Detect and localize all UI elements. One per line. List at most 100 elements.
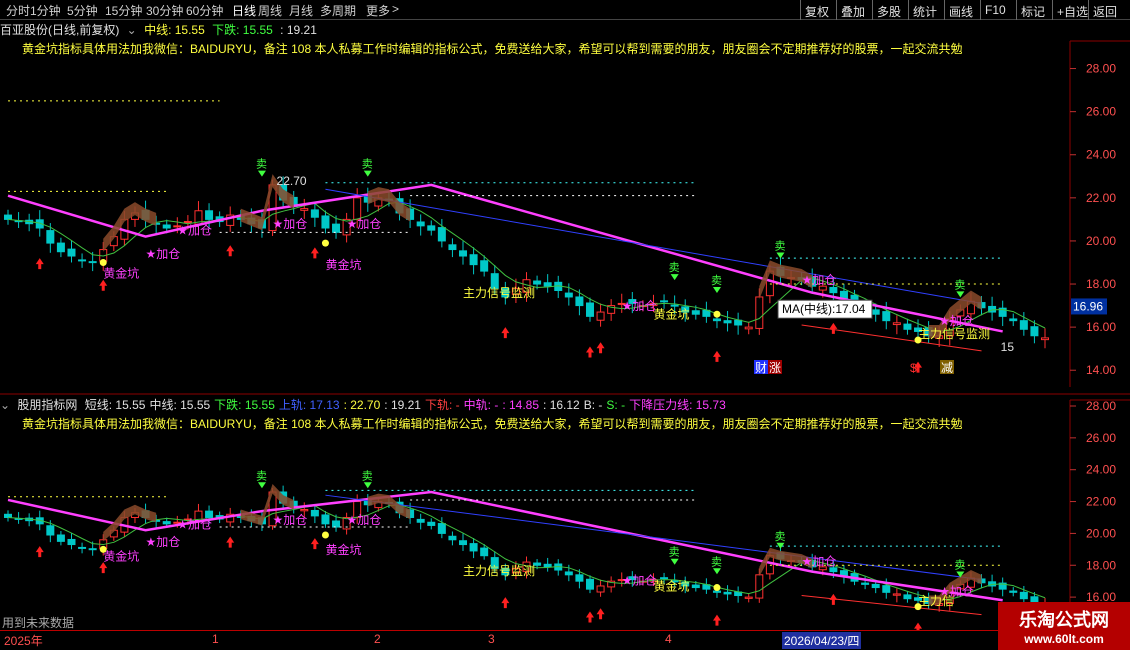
candle-body xyxy=(205,510,214,518)
price-tick-label: 20.00 xyxy=(1086,526,1116,540)
date-axis: 2025年 1 2 3 4 2026/04/23/四 xyxy=(0,630,1130,650)
date-axis-label: 2 xyxy=(374,632,381,646)
chevron-right-icon[interactable]: > xyxy=(392,2,399,16)
add-position-marker: ★加仓 xyxy=(347,513,382,527)
chart-canvas[interactable]: 28.00 26.00 24.00 22.00 20.00 18.00 16.00 14.00… xyxy=(0,20,1130,630)
brand-name: 乐淘公式网 xyxy=(1019,610,1109,630)
price-tick-label: 16.00 xyxy=(1086,320,1116,334)
period-tab[interactable]: 更多 xyxy=(366,2,390,19)
buy-signal-dot xyxy=(321,239,329,247)
gold-pit-label: 黄金坑 xyxy=(325,257,361,272)
add-position-marker: ★加仓 xyxy=(622,573,657,587)
toolbar-button[interactable]: 复权 xyxy=(800,0,833,20)
period-tab[interactable]: 30分钟 xyxy=(146,2,183,19)
add-position-marker: ★加仓 xyxy=(273,217,308,231)
period-tab[interactable]: 60分钟 xyxy=(186,2,223,19)
period-tab[interactable]: 分时 xyxy=(6,2,30,19)
candle-body xyxy=(861,582,870,585)
candle-body xyxy=(871,583,880,589)
dollar-marker: $ xyxy=(910,361,917,375)
arrow-up-icon xyxy=(585,346,594,358)
arrow-up-icon xyxy=(310,538,319,550)
toolbar-button[interactable]: 返回 xyxy=(1088,0,1121,20)
buy-signal-dot xyxy=(99,258,107,266)
candle-body xyxy=(469,543,478,552)
arrow-up-icon xyxy=(501,597,510,609)
candle-body xyxy=(300,208,309,211)
candle-body xyxy=(892,593,901,596)
brand-url: www.60lt.com xyxy=(1024,632,1104,646)
future-data-note: 用到未来数据 xyxy=(2,616,75,630)
candle-body xyxy=(575,574,584,582)
candle-body xyxy=(903,323,912,330)
arrow-down-icon xyxy=(712,568,721,575)
arrow-up-icon xyxy=(712,350,721,362)
arrow-down-icon xyxy=(363,482,372,489)
arrow-down-icon xyxy=(257,170,266,177)
toolbar-button[interactable]: 画线 xyxy=(944,0,977,20)
sell-marker: 卖 xyxy=(256,469,267,482)
candle-body xyxy=(67,248,76,257)
candle-body xyxy=(755,296,764,329)
toolbar-button[interactable]: 叠加 xyxy=(836,0,869,20)
price-tick-label: 20.00 xyxy=(1086,234,1116,248)
toolbar-button[interactable]: F10 xyxy=(980,0,1010,20)
candle-body xyxy=(543,563,552,568)
candle-body xyxy=(162,521,171,525)
candle-body xyxy=(660,300,669,303)
price-tick-label: 26.00 xyxy=(1086,431,1116,445)
period-tab[interactable]: 日线 xyxy=(232,2,256,19)
candle-body xyxy=(310,509,319,517)
candle-body xyxy=(88,261,97,264)
toolbar-button[interactable]: 多股 xyxy=(872,0,905,20)
toolbar-button[interactable]: 统计 xyxy=(908,0,941,20)
period-tab[interactable]: 多周期 xyxy=(320,2,356,19)
arrow-down-icon xyxy=(670,274,679,281)
date-axis-label: 2026/04/23/四 xyxy=(782,632,862,649)
period-tab[interactable]: 月线 xyxy=(289,2,313,19)
candle-body xyxy=(416,221,425,227)
add-position-marker: ★加仓 xyxy=(802,554,837,568)
period-tab[interactable]: 15分钟 xyxy=(105,2,142,19)
price-tick-label: 22.00 xyxy=(1086,191,1116,205)
arrow-up-icon xyxy=(914,622,923,630)
candle-body xyxy=(1019,320,1028,330)
candle-body xyxy=(712,590,721,593)
candle-body xyxy=(427,225,436,231)
ma-line xyxy=(7,504,1046,601)
date-axis-label: 2025年 xyxy=(4,634,43,648)
price-tick-label: 24.00 xyxy=(1086,148,1116,162)
sell-marker: 卖 xyxy=(669,546,680,559)
sell-marker: 卖 xyxy=(362,158,373,171)
sell-marker: 卖 xyxy=(256,158,267,171)
arrow-up-icon xyxy=(226,536,235,548)
arrow-up-icon xyxy=(712,614,721,626)
gold-pit-label: 黄金坑 xyxy=(653,579,689,594)
gold-pit-label: 黄金坑 xyxy=(653,307,689,322)
arrow-down-icon xyxy=(956,291,965,298)
sell-marker: 卖 xyxy=(954,278,965,291)
candle-body xyxy=(459,540,468,546)
period-tab[interactable]: 周线 xyxy=(258,2,282,19)
ma-line xyxy=(7,201,1046,332)
arrow-down-icon xyxy=(776,252,785,259)
candle-body xyxy=(448,244,457,251)
candle-body xyxy=(723,591,732,595)
period-tab[interactable]: 5分钟 xyxy=(67,2,98,19)
price-tick-label: 28.00 xyxy=(1086,62,1116,76)
main-force-monitor-label: 主力信号监测 xyxy=(463,286,535,300)
price-tick-label: 18.00 xyxy=(1086,558,1116,572)
main-force-monitor-label: 主力信 xyxy=(918,594,954,608)
buy-signal-dot xyxy=(713,310,721,318)
candle-body xyxy=(332,520,341,528)
candle-body xyxy=(723,320,732,324)
candle-body xyxy=(596,311,605,321)
toolbar-button[interactable]: 标记 xyxy=(1016,0,1049,20)
period-tab[interactable]: 1分钟 xyxy=(30,2,61,19)
cai-marker: 财 xyxy=(755,361,767,375)
candle-body xyxy=(744,326,753,330)
buy-signal-dot xyxy=(321,531,329,539)
toolbar-button[interactable]: +自选 xyxy=(1052,0,1092,20)
candle-body xyxy=(543,282,552,287)
candle-body xyxy=(585,578,594,590)
